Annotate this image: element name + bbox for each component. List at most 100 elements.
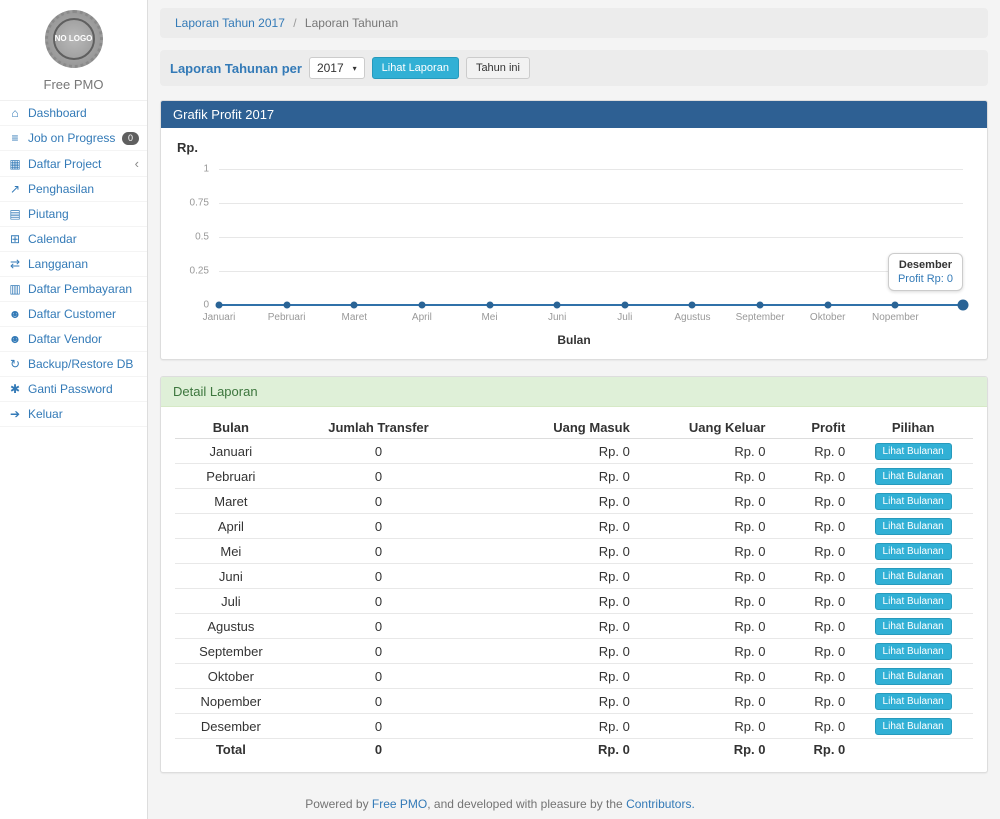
table-cell: Desember xyxy=(175,714,287,739)
data-point-desember[interactable] xyxy=(958,300,969,311)
sidebar-item-job-on-progress[interactable]: ≡Job on Progress0 xyxy=(0,126,147,151)
table-cell: 0 xyxy=(287,539,471,564)
y-axis-title: Rp. xyxy=(177,140,971,155)
table-cell: Rp. 0 xyxy=(773,664,853,689)
table-cell: Nopember xyxy=(175,689,287,714)
column-header-profit: Profit xyxy=(773,417,853,439)
data-point-pebruari[interactable] xyxy=(283,302,290,309)
table-cell: Rp. 0 xyxy=(773,539,853,564)
data-point-nopember[interactable] xyxy=(892,302,899,309)
x-tick-label: Nopember xyxy=(872,312,919,323)
sidebar-item-label: Job on Progress xyxy=(28,131,116,145)
table-cell: Rp. 0 xyxy=(773,589,853,614)
subscription-icon: ⇄ xyxy=(8,257,22,271)
table-cell: Rp. 0 xyxy=(638,614,774,639)
table-row-januari: Januari0Rp. 0Rp. 0Rp. 0Lihat Bulanan xyxy=(175,439,973,464)
sidebar-item-langganan[interactable]: ⇄ Langganan xyxy=(0,252,147,277)
sidebar-item-label: Langganan xyxy=(28,257,139,271)
vendors-icon: ☻ xyxy=(8,332,22,346)
table-cell: Rp. 0 xyxy=(470,614,638,639)
y-tick-label: 1 xyxy=(203,164,209,175)
column-header-uang-keluar: Uang Keluar xyxy=(638,417,774,439)
table-cell: Rp. 0 xyxy=(638,564,774,589)
table-cell: Rp. 0 xyxy=(470,539,638,564)
table-cell: Rp. 0 xyxy=(773,639,853,664)
table-cell: Agustus xyxy=(175,614,287,639)
detail-table-area: BulanJumlah TransferUang MasukUang Kelua… xyxy=(161,407,987,772)
data-point-oktober[interactable] xyxy=(824,302,831,309)
tasks-icon: ≡ xyxy=(8,131,22,145)
sidebar: NO LOGO Free PMO ⌂Dashboard≡Job on Progr… xyxy=(0,0,148,819)
contributors-link[interactable]: Contributors. xyxy=(626,797,695,811)
lihat-laporan-button[interactable]: Lihat Laporan xyxy=(372,57,459,79)
year-select[interactable]: 2017 ▾ xyxy=(309,57,365,79)
lihat-bulanan-button[interactable]: Lihat Bulanan xyxy=(875,618,952,635)
sidebar-item-calendar[interactable]: ⊞Calendar xyxy=(0,227,147,252)
sidebar-item-penghasilan[interactable]: ↗Penghasilan xyxy=(0,177,147,202)
dashboard-icon: ⌂ xyxy=(8,106,22,120)
lihat-bulanan-button[interactable]: Lihat Bulanan xyxy=(875,593,952,610)
table-cell: Juli xyxy=(175,589,287,614)
sidebar-item-daftar-customer[interactable]: ☻Daftar Customer xyxy=(0,302,147,327)
x-axis-title: Bulan xyxy=(177,333,971,347)
x-tick-label: April xyxy=(412,312,432,323)
sidebar-item-keluar[interactable]: ➔Keluar xyxy=(0,402,147,427)
table-row-desember: Desember0Rp. 0Rp. 0Rp. 0Lihat Bulanan xyxy=(175,714,973,739)
table-cell: 0 xyxy=(287,689,471,714)
lihat-bulanan-button[interactable]: Lihat Bulanan xyxy=(875,668,952,685)
calendar-icon: ⊞ xyxy=(8,232,22,246)
table-cell: 0 xyxy=(287,714,471,739)
table-cell-action: Lihat Bulanan xyxy=(853,614,973,639)
sidebar-item-label: Dashboard xyxy=(28,106,139,120)
backup-icon: ↻ xyxy=(8,357,22,371)
table-cell: Rp. 0 xyxy=(638,664,774,689)
lihat-bulanan-button[interactable]: Lihat Bulanan xyxy=(875,693,952,710)
table-cell: Rp. 0 xyxy=(470,439,638,464)
lihat-bulanan-button[interactable]: Lihat Bulanan xyxy=(875,643,952,660)
tahun-ini-button[interactable]: Tahun ini xyxy=(466,57,530,79)
x-tick-label: September xyxy=(736,312,785,323)
column-header-pilihan: Pilihan xyxy=(853,417,973,439)
sidebar-item-daftar-project[interactable]: ▦Daftar Project‹ xyxy=(0,151,147,177)
data-point-september[interactable] xyxy=(757,302,764,309)
lihat-bulanan-button[interactable]: Lihat Bulanan xyxy=(875,568,952,585)
table-cell: Juni xyxy=(175,564,287,589)
data-point-juli[interactable] xyxy=(621,302,628,309)
table-icon: ▦ xyxy=(8,157,22,171)
table-cell-action: Lihat Bulanan xyxy=(853,514,973,539)
breadcrumb-link[interactable]: Laporan Tahun 2017 xyxy=(175,16,285,30)
lihat-bulanan-button[interactable]: Lihat Bulanan xyxy=(875,493,952,510)
table-cell: Rp. 0 xyxy=(638,489,774,514)
sidebar-item-label: Daftar Pembayaran xyxy=(28,282,139,296)
profit-line xyxy=(219,169,963,305)
lihat-bulanan-button[interactable]: Lihat Bulanan xyxy=(875,718,952,735)
table-cell: Rp. 0 xyxy=(470,464,638,489)
data-point-maret[interactable] xyxy=(351,302,358,309)
free-pmo-link[interactable]: Free PMO xyxy=(372,797,427,811)
data-point-agustus[interactable] xyxy=(689,302,696,309)
lihat-bulanan-button[interactable]: Lihat Bulanan xyxy=(875,543,952,560)
sidebar-item-backup-restore-db[interactable]: ↻Backup/Restore DB xyxy=(0,352,147,377)
table-cell: Rp. 0 xyxy=(773,614,853,639)
data-point-januari[interactable] xyxy=(216,302,223,309)
breadcrumb: Laporan Tahun 2017 / Laporan Tahunan xyxy=(160,8,988,38)
chart-panel-title: Grafik Profit 2017 xyxy=(161,101,987,128)
table-cell: Rp. 0 xyxy=(773,489,853,514)
lihat-bulanan-button[interactable]: Lihat Bulanan xyxy=(875,468,952,485)
lihat-bulanan-button[interactable]: Lihat Bulanan xyxy=(875,518,952,535)
table-row-juli: Juli0Rp. 0Rp. 0Rp. 0Lihat Bulanan xyxy=(175,589,973,614)
data-point-mei[interactable] xyxy=(486,302,493,309)
sidebar-item-daftar-vendor[interactable]: ☻Daftar Vendor xyxy=(0,327,147,352)
data-point-juni[interactable] xyxy=(554,302,561,309)
table-cell: Rp. 0 xyxy=(638,514,774,539)
sidebar-item-dashboard[interactable]: ⌂ Dashboard xyxy=(0,101,147,126)
lihat-bulanan-button[interactable]: Lihat Bulanan xyxy=(875,443,952,460)
sidebar-item-piutang[interactable]: ▤Piutang xyxy=(0,202,147,227)
table-cell: Rp. 0 xyxy=(773,439,853,464)
table-cell: Rp. 0 xyxy=(470,589,638,614)
sidebar-item-daftar-pembayaran[interactable]: ▥Daftar Pembayaran xyxy=(0,277,147,302)
table-cell: April xyxy=(175,514,287,539)
data-point-april[interactable] xyxy=(418,302,425,309)
table-cell: Rp. 0 xyxy=(470,564,638,589)
sidebar-item-ganti-password[interactable]: ✱Ganti Password xyxy=(0,377,147,402)
